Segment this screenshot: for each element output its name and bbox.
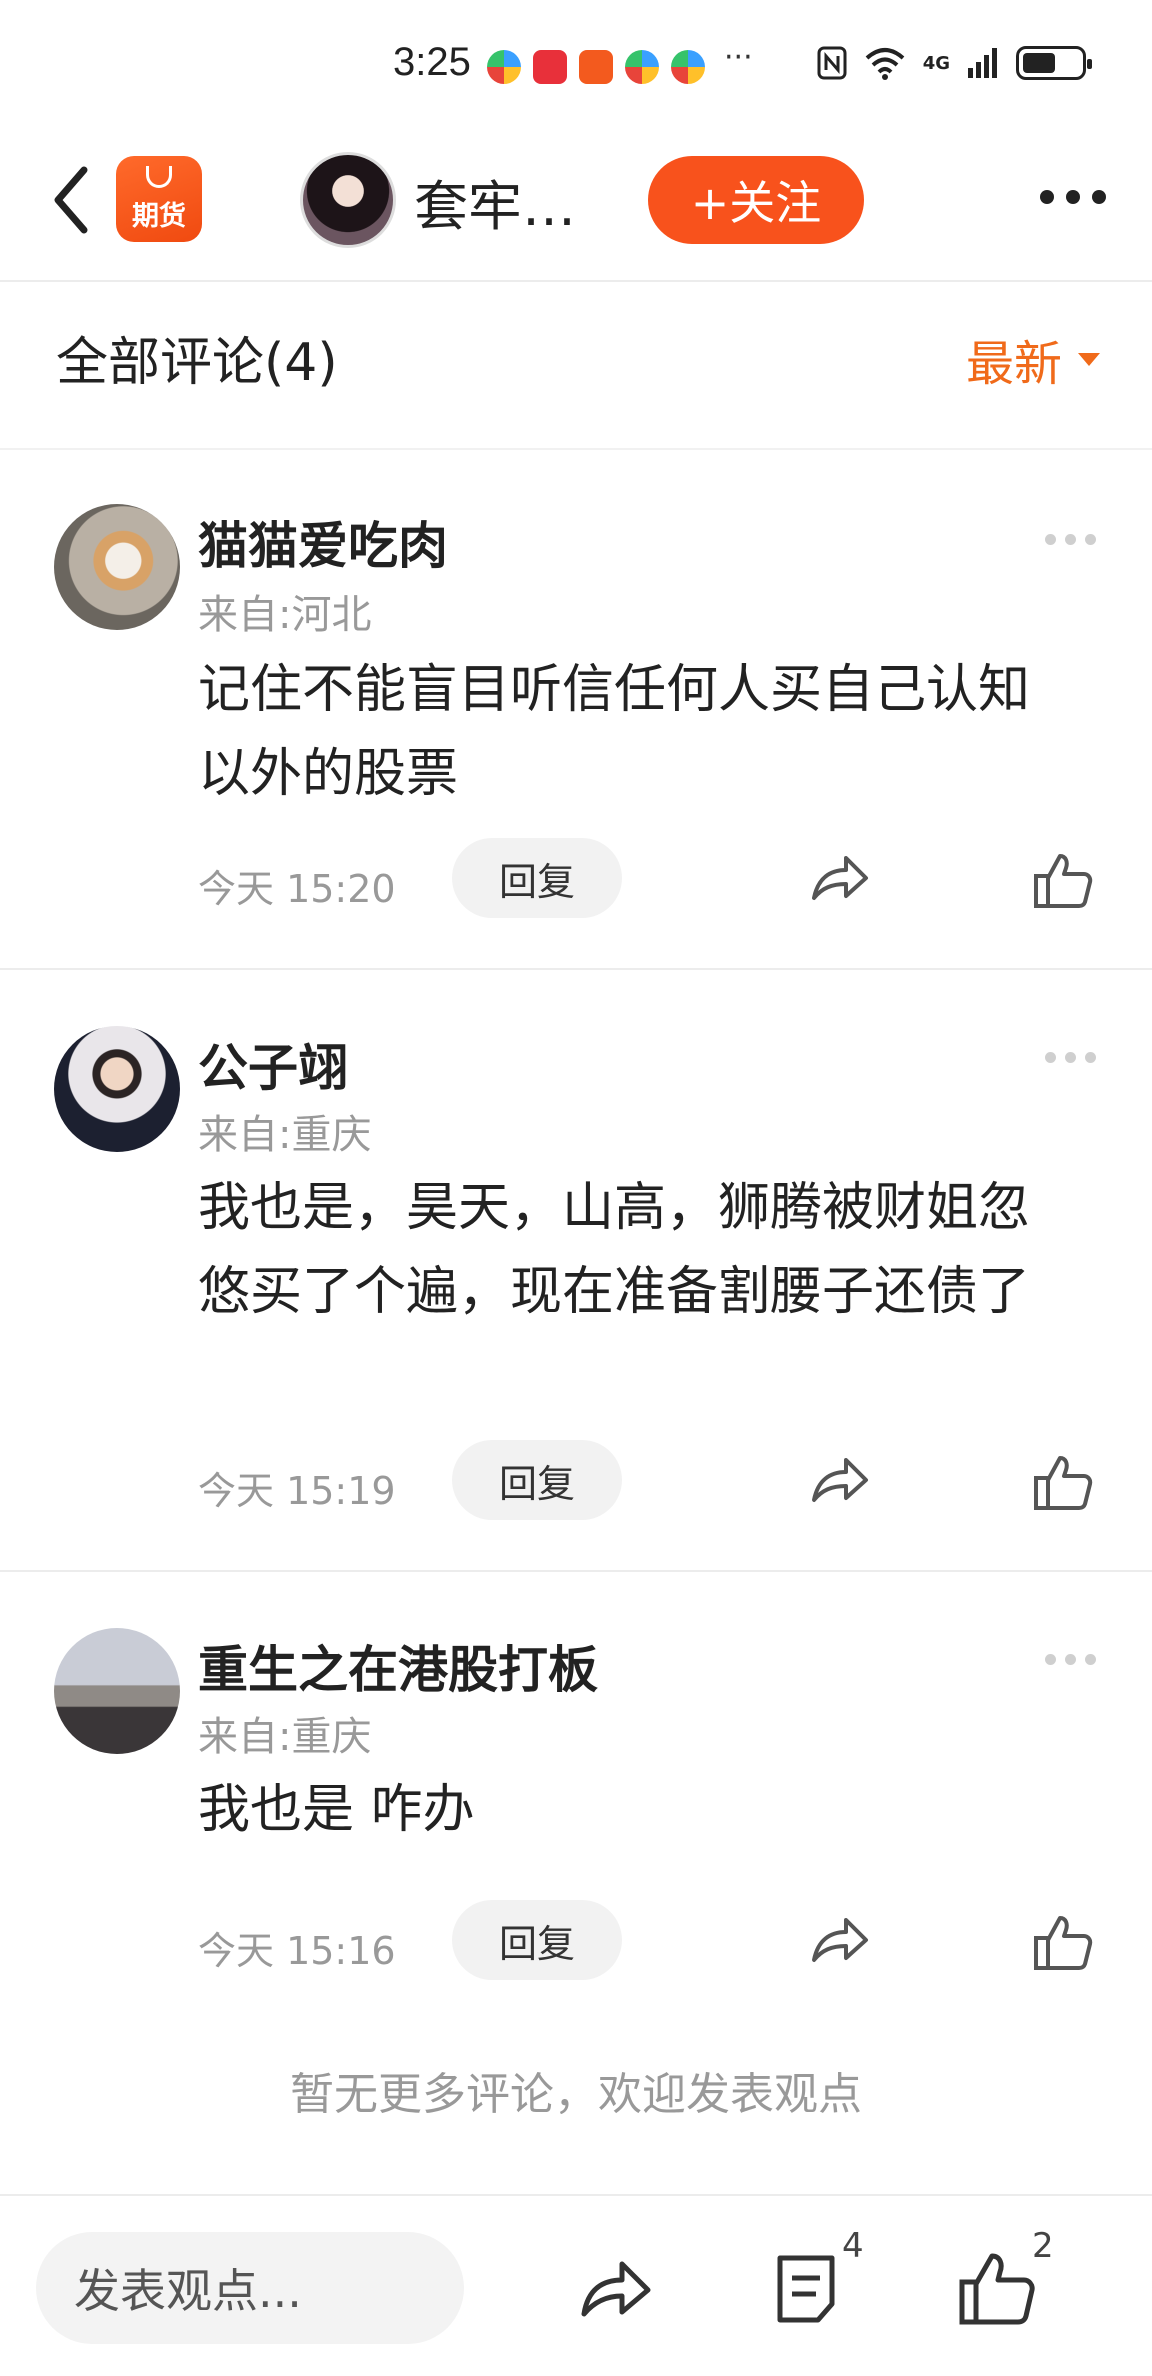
notification-icons <box>487 50 705 84</box>
commenter-name[interactable]: 公子翊 <box>198 1028 348 1100</box>
status-bar: 3:25 ··· 4G <box>0 0 1152 130</box>
more-notifications-icon: ··· <box>724 40 753 75</box>
share-icon[interactable] <box>578 2256 652 2322</box>
share-icon[interactable] <box>808 1452 870 1508</box>
status-time: 3:25 <box>393 40 471 84</box>
commenter-location: 来自:重庆 <box>198 1714 372 1760</box>
comment-more-icon[interactable] <box>1045 1052 1096 1063</box>
system-indicators: 4G <box>817 46 1092 80</box>
share-icon[interactable] <box>808 1912 870 1968</box>
signal-icon <box>968 48 997 78</box>
commenter-name[interactable]: 猫猫爱吃肉 <box>198 506 448 578</box>
commenter-name[interactable]: 重生之在港股打板 <box>198 1630 598 1702</box>
dropdown-triangle-icon <box>1078 352 1100 366</box>
comment-icon[interactable] <box>776 2254 836 2324</box>
nfc-icon <box>817 46 847 80</box>
like-icon[interactable] <box>1032 850 1094 912</box>
like-icon[interactable] <box>1032 1452 1094 1514</box>
battery-icon <box>1016 46 1092 80</box>
app-notification-icon <box>487 50 521 84</box>
share-icon[interactable] <box>808 850 870 906</box>
network-type-label: 4G <box>922 52 950 74</box>
commenter-avatar[interactable] <box>54 1026 180 1152</box>
comments-title: 全部评论(4) <box>56 333 338 393</box>
comment-time: 今天 15:19 <box>198 1469 396 1513</box>
commenter-avatar[interactable] <box>54 1628 180 1754</box>
futures-app-logo[interactable]: 期货 <box>116 156 202 242</box>
comment-count-badge: 4 <box>842 2226 864 2266</box>
sort-label: 最新 <box>965 336 1062 392</box>
top-nav-bar: 期货 套牢… +关注 <box>0 130 1152 282</box>
comments-header: 全部评论(4) 最新 <box>0 284 1152 450</box>
app-notification-icon <box>671 50 705 84</box>
back-arrow-icon[interactable] <box>46 160 96 240</box>
like-icon[interactable] <box>1032 1912 1094 1974</box>
commenter-location: 来自:河北 <box>198 592 372 638</box>
sort-dropdown[interactable]: 最新 <box>966 324 1100 394</box>
reply-button[interactable]: 回复 <box>452 1900 622 1980</box>
like-count-badge: 2 <box>1032 2226 1054 2266</box>
wifi-icon <box>865 48 905 80</box>
comment-more-icon[interactable] <box>1045 534 1096 545</box>
futures-app-notification-icon <box>579 50 613 84</box>
comment-item: 猫猫爱吃肉 来自:河北 记住不能盲目听信任何人买自己认知以外的股票 今天 15:… <box>0 452 1152 970</box>
comment-item: 公子翊 来自:重庆 我也是，昊天，山高，狮腾被财姐忽悠买了个遍，现在准备割腰子还… <box>0 970 1152 1572</box>
like-icon[interactable] <box>958 2250 1036 2328</box>
commenter-avatar[interactable] <box>54 504 180 630</box>
more-options-icon[interactable] <box>1040 190 1106 204</box>
logo-mark-icon <box>146 165 172 188</box>
comment-time: 今天 15:20 <box>198 867 396 911</box>
app-notification-icon <box>625 50 659 84</box>
comment-text: 我也是 咋办 <box>198 1780 475 1840</box>
reply-button[interactable]: 回复 <box>452 1440 622 1520</box>
reply-button[interactable]: 回复 <box>452 838 622 918</box>
app-notification-icon <box>533 50 567 84</box>
comment-time: 今天 15:16 <box>198 1929 396 1973</box>
comment-text: 我也是，昊天，山高，狮腾被财姐忽悠买了个遍，现在准备割腰子还债了 <box>198 1178 1031 1322</box>
commenter-location: 来自:重庆 <box>198 1112 372 1158</box>
comment-text: 记住不能盲目听信任何人买自己认知以外的股票 <box>198 660 1031 804</box>
comment-more-icon[interactable] <box>1045 1654 1096 1665</box>
author-name[interactable]: 套牢… <box>414 162 576 241</box>
bottom-action-bar: 发表观点... 4 2 <box>0 2194 1152 2376</box>
comment-item: 重生之在港股打板 来自:重庆 我也是 咋办 今天 15:16 回复 <box>0 1572 1152 2002</box>
follow-button[interactable]: +关注 <box>648 156 864 244</box>
author-avatar[interactable] <box>300 152 396 248</box>
app-logo-text: 期货 <box>132 200 186 232</box>
post-comment-input[interactable]: 发表观点... <box>36 2232 464 2344</box>
no-more-comments-note: 暂无更多评论，欢迎发表观点 <box>290 2069 862 2120</box>
